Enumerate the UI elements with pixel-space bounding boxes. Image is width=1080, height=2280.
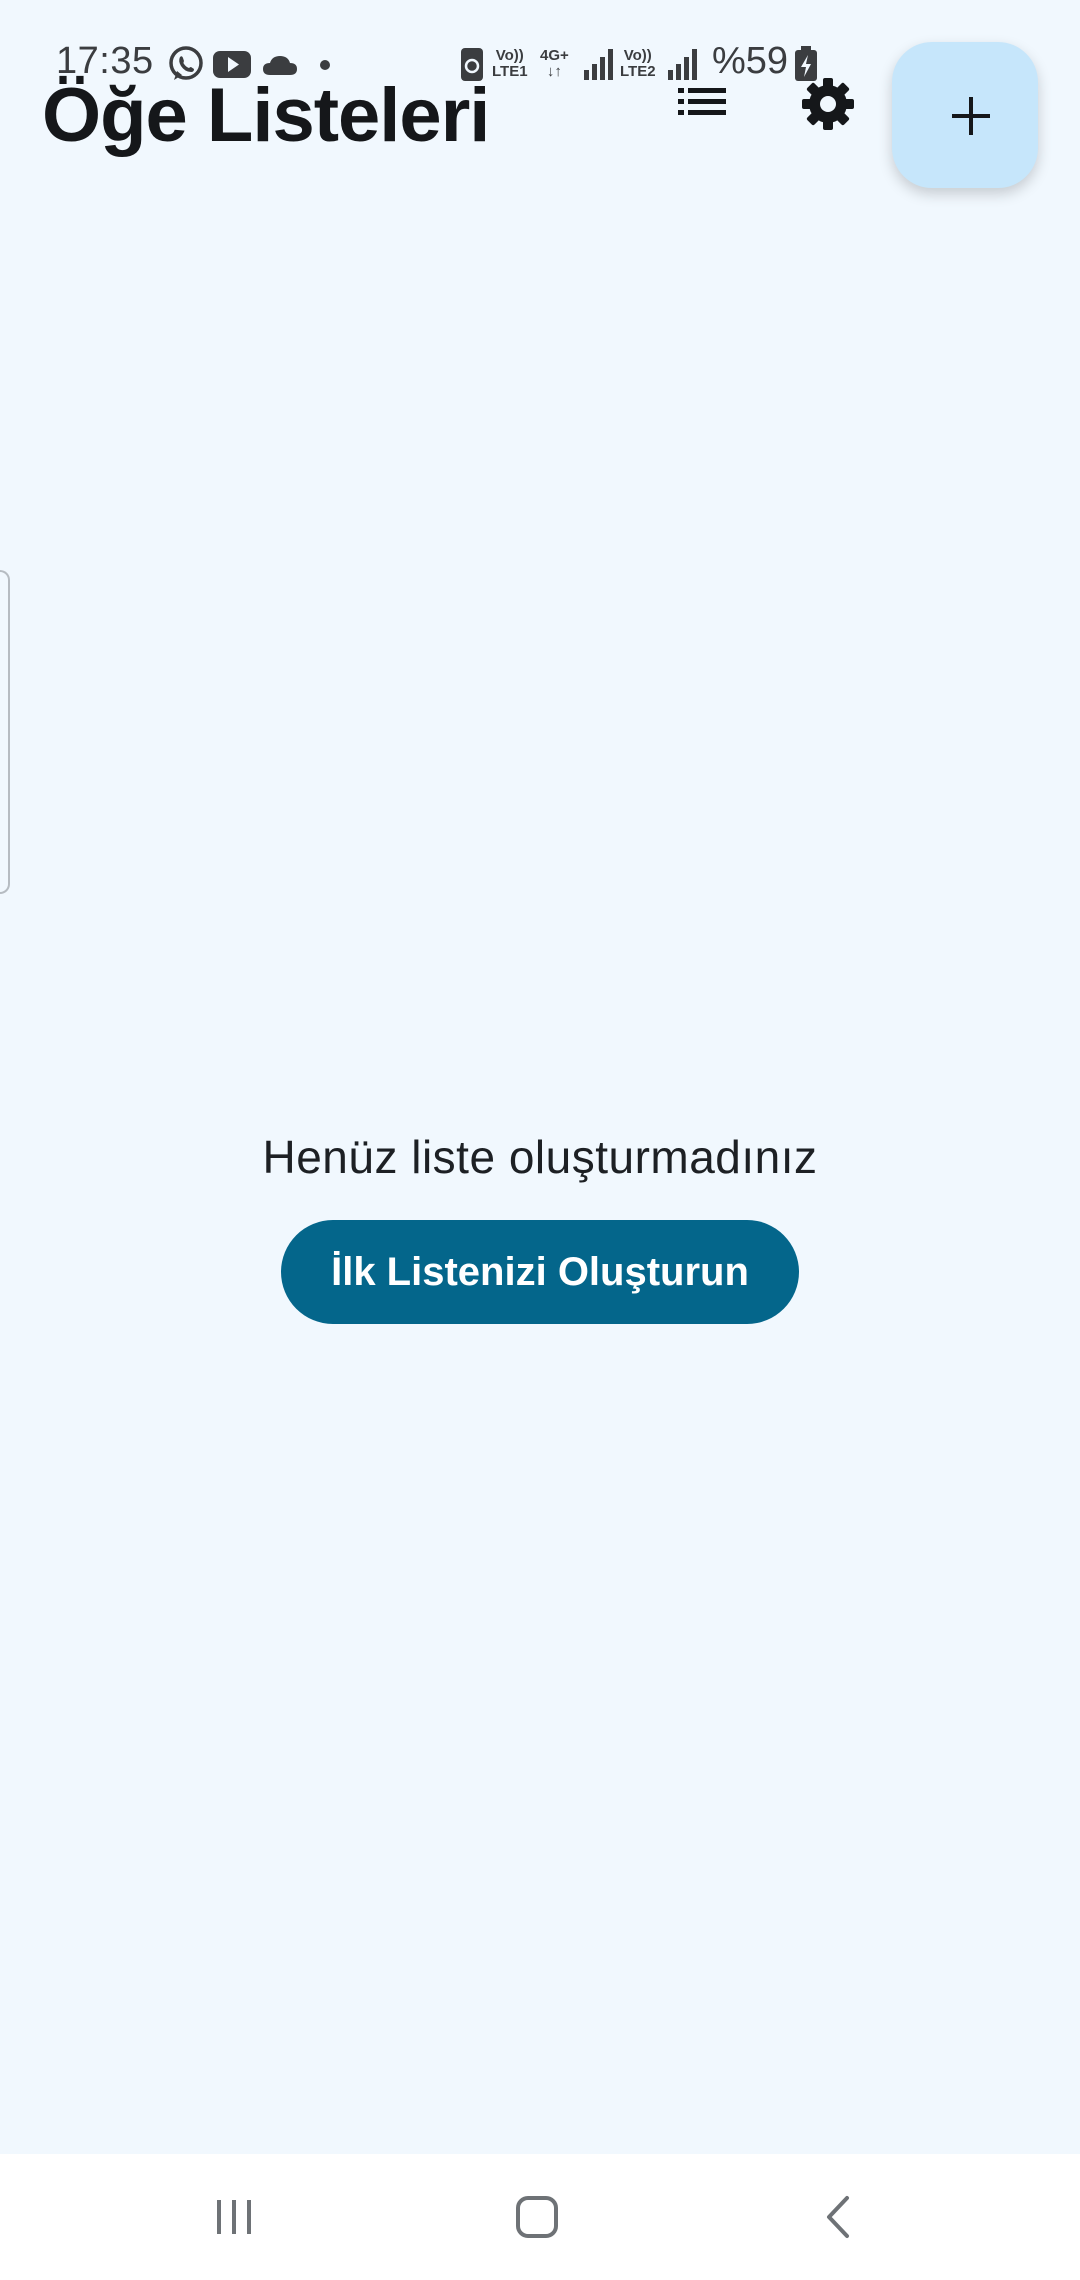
add-list-fab[interactable]: [892, 42, 1038, 188]
network-type: 4G+ ↓↑: [540, 47, 569, 80]
back-icon: [827, 2196, 849, 2238]
home-icon: [516, 2196, 558, 2238]
signal-icon: [584, 49, 613, 80]
sim1-volte: Vo)) LTE1: [492, 47, 528, 80]
list-view-icon: [678, 88, 726, 115]
home-button[interactable]: [437, 2154, 637, 2280]
empty-state-message: Henüz liste oluşturmadınız: [262, 1131, 818, 1183]
settings-button[interactable]: [800, 76, 856, 132]
edge-panel-handle[interactable]: [0, 570, 10, 894]
page-title: Öğe Listeleri: [42, 73, 490, 158]
sim2-volte: Vo)) LTE2: [620, 47, 656, 80]
back-button[interactable]: [740, 2154, 940, 2280]
create-first-list-button[interactable]: İlk Listenizi Oluşturun: [281, 1220, 799, 1324]
navigation-bar: [0, 2154, 1080, 2280]
battery-percent: %59: [712, 40, 789, 82]
recents-button[interactable]: [134, 2154, 334, 2280]
settings-gear-icon: [802, 78, 854, 130]
list-view-button[interactable]: [672, 78, 732, 128]
plus-icon: [952, 97, 990, 135]
recents-icon: [217, 2200, 251, 2234]
